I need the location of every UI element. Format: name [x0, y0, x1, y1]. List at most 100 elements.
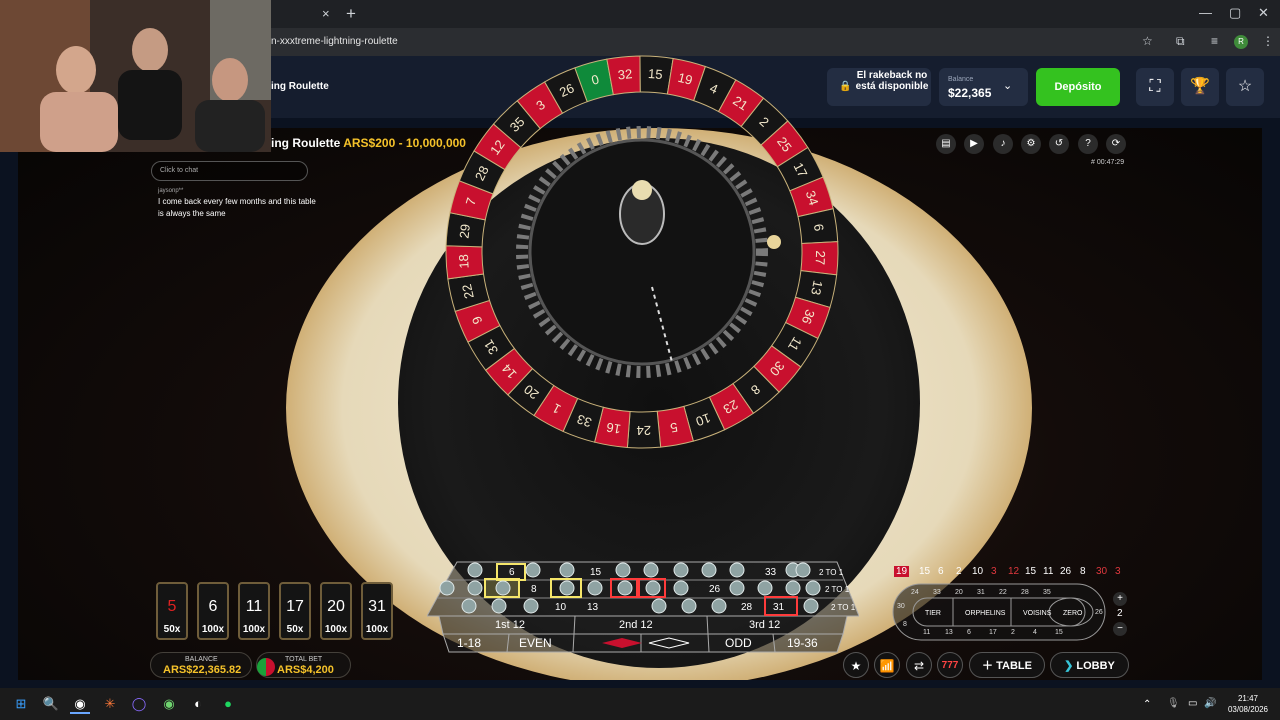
- bet-chip[interactable]: [525, 562, 541, 578]
- profile-avatar[interactable]: R: [1234, 35, 1248, 49]
- balance-dropdown[interactable]: Balance $22,365 ⌄: [939, 68, 1028, 106]
- bet-chip[interactable]: [673, 562, 689, 578]
- deposit-button[interactable]: Depósito: [1036, 68, 1120, 106]
- extensions-icon[interactable]: ⧉: [1176, 34, 1185, 49]
- app-circle-icon[interactable]: ◯: [129, 694, 149, 714]
- app-sunburst-icon[interactable]: ✳: [100, 694, 120, 714]
- help-icon[interactable]: ?: [1078, 134, 1098, 154]
- address-bar[interactable]: n-xxxtreme-lightning-roulette: [271, 36, 398, 47]
- bet-chip[interactable]: [711, 598, 727, 614]
- bet-chip[interactable]: [729, 580, 745, 596]
- racetrack-number[interactable]: 8: [903, 621, 907, 628]
- microphone-icon[interactable]: 🎙: [1167, 698, 1180, 709]
- increase-neighbors-icon[interactable]: +: [1113, 592, 1127, 606]
- racetrack-number[interactable]: 11: [923, 629, 930, 636]
- bet-chip[interactable]: [439, 580, 455, 596]
- bet-chip[interactable]: [461, 598, 477, 614]
- table-number-28[interactable]: 28: [741, 602, 753, 613]
- bet-19-36[interactable]: 19-36: [787, 636, 818, 650]
- new-tab-button[interactable]: +: [346, 4, 356, 24]
- racetrack-number[interactable]: 15: [1055, 629, 1063, 636]
- chat-input[interactable]: Click to chat: [151, 161, 308, 181]
- table-number-13[interactable]: 13: [587, 602, 599, 613]
- dozen-second[interactable]: 2nd 12: [619, 619, 653, 631]
- tab-close-button[interactable]: ×: [322, 6, 330, 21]
- bet-chip[interactable]: [785, 580, 801, 596]
- speaker-icon[interactable]: 🔊: [1204, 698, 1216, 709]
- racetrack-voisins[interactable]: VOISINS: [1023, 610, 1052, 617]
- table-number-15[interactable]: 15: [590, 567, 602, 578]
- racetrack-zero[interactable]: ZERO: [1063, 610, 1083, 617]
- bet-chip[interactable]: [729, 562, 745, 578]
- bet-chip[interactable]: [803, 598, 819, 614]
- bet-chip[interactable]: [673, 580, 689, 596]
- table-button[interactable]: ＋ TABLE: [969, 652, 1045, 678]
- betting-table[interactable]: 6 15 33 8 26 10 13 28 31 2 TO 1 2 TO 1 2…: [427, 560, 859, 656]
- slots-777-icon[interactable]: 777: [937, 652, 963, 678]
- bet-1-18[interactable]: 1-18: [457, 636, 481, 650]
- chrome-icon[interactable]: ◉: [70, 694, 90, 714]
- trophy-icon[interactable]: 🏆: [1181, 68, 1219, 106]
- favorites-star-icon[interactable]: ★: [843, 652, 869, 678]
- table-number-6[interactable]: 6: [509, 567, 515, 578]
- dozen-first[interactable]: 1st 12: [495, 619, 525, 631]
- bet-chip[interactable]: [681, 598, 697, 614]
- racetrack-number[interactable]: 24: [911, 589, 919, 596]
- bet-chip[interactable]: [615, 562, 631, 578]
- bet-chip[interactable]: [795, 562, 811, 578]
- racetrack-number[interactable]: 2: [1011, 629, 1015, 636]
- racetrack[interactable]: TIER ORPHELINS VOISINS ZERO 24 33 20 31 22 28…: [891, 582, 1131, 644]
- racetrack-number[interactable]: 26: [1095, 609, 1103, 616]
- racetrack-number[interactable]: 17: [989, 629, 997, 636]
- racetrack-number[interactable]: 31: [977, 589, 985, 596]
- bet-chip[interactable]: [467, 580, 483, 596]
- network-icon[interactable]: ▭: [1188, 698, 1197, 709]
- bet-chip[interactable]: [805, 580, 821, 596]
- settings-gear-icon[interactable]: ⚙: [1021, 134, 1041, 154]
- bet-chip[interactable]: [651, 598, 667, 614]
- spotify-icon[interactable]: ●: [218, 694, 238, 714]
- bet-chip[interactable]: [495, 580, 511, 596]
- video-icon[interactable]: ▶: [964, 134, 984, 154]
- bet-chip[interactable]: [559, 562, 575, 578]
- racetrack-orphelins[interactable]: ORPHELINS: [965, 610, 1006, 617]
- repeat-bet-icon[interactable]: ⇄: [906, 652, 932, 678]
- column-bet-middle[interactable]: 2 TO 1: [825, 585, 850, 594]
- racetrack-number[interactable]: 30: [897, 603, 905, 610]
- bet-chip[interactable]: [757, 580, 773, 596]
- table-number-10[interactable]: 10: [555, 602, 567, 613]
- fullscreen-icon[interactable]: ⛶: [1136, 68, 1174, 106]
- racetrack-number[interactable]: 13: [945, 629, 953, 636]
- bet-chip[interactable]: [617, 580, 633, 596]
- bet-chip[interactable]: [491, 598, 507, 614]
- table-number-33[interactable]: 33: [765, 567, 777, 578]
- volume-icon[interactable]: ♪: [993, 134, 1013, 154]
- racetrack-number[interactable]: 20: [955, 589, 963, 596]
- taskbar-clock[interactable]: 21:47 03/08/2026: [1222, 693, 1274, 715]
- decrease-neighbors-icon[interactable]: −: [1113, 622, 1127, 636]
- windows-start-icon[interactable]: ⊞: [11, 694, 31, 714]
- table-number-8[interactable]: 8: [531, 584, 537, 595]
- bet-even[interactable]: EVEN: [519, 636, 552, 650]
- table-number-31[interactable]: 31: [773, 602, 785, 613]
- bookmark-star-icon[interactable]: ☆: [1142, 34, 1153, 48]
- bet-chip[interactable]: [467, 562, 483, 578]
- close-window-icon[interactable]: ✕: [1258, 5, 1269, 21]
- chat-icon[interactable]: ▤: [936, 134, 956, 154]
- favorite-star-icon[interactable]: ☆: [1226, 68, 1264, 106]
- racetrack-number[interactable]: 4: [1033, 629, 1037, 636]
- dozen-third[interactable]: 3rd 12: [749, 619, 780, 631]
- racetrack-number[interactable]: 28: [1021, 589, 1029, 596]
- browser-menu-icon[interactable]: ⋮: [1262, 34, 1274, 48]
- bet-chip[interactable]: [559, 580, 575, 596]
- restore-window-icon[interactable]: ▢: [1229, 5, 1241, 21]
- media-control-icon[interactable]: ≡: [1211, 34, 1218, 48]
- bet-chip[interactable]: [523, 598, 539, 614]
- column-bet-top[interactable]: 2 TO 1: [819, 568, 844, 577]
- racetrack-tier[interactable]: TIER: [925, 610, 941, 617]
- bet-chip[interactable]: [643, 562, 659, 578]
- column-bet-bottom[interactable]: 2 TO 1: [831, 603, 856, 612]
- history-icon[interactable]: ↺: [1049, 134, 1069, 154]
- racetrack-number[interactable]: 6: [967, 629, 971, 636]
- table-limits[interactable]: ARS$200 - 10,000,000: [343, 136, 466, 150]
